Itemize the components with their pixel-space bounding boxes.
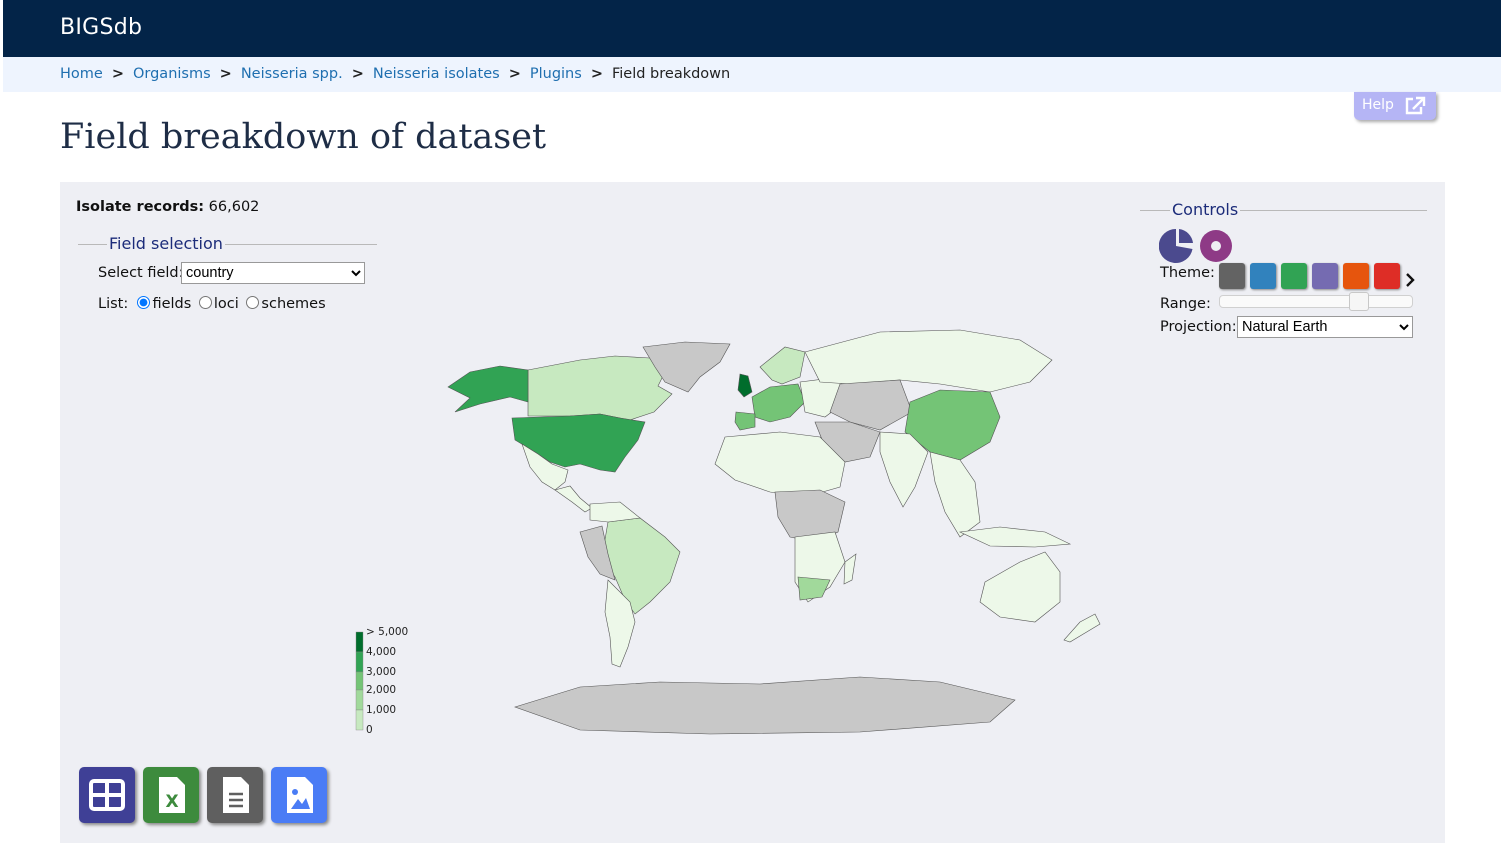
- isolate-records: Isolate records: 66,602: [76, 199, 259, 215]
- breadcrumb-neisseria-isolates[interactable]: Neisseria isolates: [373, 66, 500, 82]
- records-value: 66,602: [208, 199, 260, 215]
- map-legend: > 5,000 4,000 3,000 2,000 1,000 0: [355, 626, 408, 736]
- help-label: Help: [1362, 97, 1394, 113]
- theme-swatch-orange[interactable]: [1343, 263, 1369, 289]
- map-region-southeast-asia[interactable]: [929, 451, 981, 538]
- map-country-south-africa[interactable]: [797, 576, 831, 601]
- range-label: Range:: [1160, 296, 1211, 312]
- schemes-radio[interactable]: [246, 296, 260, 309]
- legend-label: 2,000: [366, 684, 396, 696]
- text-file-icon: [223, 777, 249, 813]
- image-file-icon: [287, 777, 313, 813]
- text-export-button[interactable]: [207, 767, 263, 823]
- fields-radio[interactable]: [137, 296, 151, 309]
- loci-radio-label[interactable]: loci: [214, 296, 239, 312]
- page-title: Field breakdown of dataset: [60, 117, 547, 157]
- map-region-scandinavia[interactable]: [759, 346, 806, 385]
- world-map: [447, 329, 1101, 735]
- legend-label: > 5,000: [366, 626, 408, 638]
- map-country-uk[interactable]: [737, 373, 753, 398]
- site-title[interactable]: BIGSdb: [60, 15, 142, 40]
- help-button[interactable]: Help: [1354, 92, 1436, 120]
- map-country-russia[interactable]: [804, 329, 1053, 393]
- field-select[interactable]: country: [181, 262, 365, 284]
- range-slider[interactable]: [1219, 292, 1413, 311]
- external-link-icon: [1405, 96, 1426, 115]
- list-label: List:: [98, 296, 129, 312]
- chevron-right-icon[interactable]: [1405, 273, 1415, 287]
- map-region-indonesia[interactable]: [958, 526, 1072, 548]
- loci-radio[interactable]: [198, 296, 212, 309]
- fields-radio-label[interactable]: fields: [152, 296, 191, 312]
- breadcrumb-separator: >: [351, 66, 364, 82]
- legend-label: 0: [366, 724, 373, 736]
- breadcrumb-organisms[interactable]: Organisms: [133, 66, 211, 82]
- range-slider-handle[interactable]: [1349, 292, 1369, 311]
- theme-swatch-green[interactable]: [1281, 263, 1307, 289]
- legend-color-bin: [355, 689, 364, 711]
- table-icon: [89, 779, 125, 811]
- map-country-canada[interactable]: [527, 355, 673, 421]
- breadcrumb-separator: >: [590, 66, 603, 82]
- map-country-madagascar[interactable]: [843, 553, 857, 585]
- map-country-spain[interactable]: [734, 411, 756, 431]
- excel-export-button[interactable]: X: [143, 767, 199, 823]
- map-region-central-america[interactable]: [554, 485, 593, 513]
- excel-icon: X: [159, 777, 185, 813]
- breakdown-panel: Isolate records: 66,602 Field selection …: [60, 182, 1445, 843]
- legend-label: 1,000: [366, 704, 396, 716]
- legend-label: 4,000: [366, 646, 396, 658]
- controls-legend: Controls: [1170, 200, 1241, 219]
- theme-swatch-red[interactable]: [1374, 263, 1400, 289]
- theme-swatch-grey[interactable]: [1219, 263, 1245, 289]
- legend-color-bin: [355, 709, 364, 731]
- schemes-radio-label[interactable]: schemes: [261, 296, 325, 312]
- breadcrumb: Home > Organisms > Neisseria spp. > Neisseria …: [3, 57, 1501, 92]
- breadcrumb-plugins[interactable]: Plugins: [530, 66, 582, 82]
- breadcrumb-neisseria-spp[interactable]: Neisseria spp.: [241, 66, 343, 82]
- svg-text:X: X: [165, 792, 178, 812]
- breadcrumb-separator: >: [111, 66, 124, 82]
- records-label: Isolate records:: [76, 199, 205, 215]
- breadcrumb-current: Field breakdown: [611, 66, 731, 82]
- table-export-button[interactable]: [79, 767, 135, 823]
- field-selection-legend: Field selection: [107, 234, 225, 253]
- breadcrumb-separator: >: [508, 66, 521, 82]
- map-country-alaska[interactable]: [447, 365, 529, 413]
- legend-color-bin: [355, 631, 364, 653]
- legend-color-bin: [355, 651, 364, 673]
- legend-color-bin: [355, 671, 364, 691]
- theme-swatch-purple[interactable]: [1312, 263, 1338, 289]
- map-region-western-europe[interactable]: [751, 383, 806, 423]
- top-header: BIGSdb: [3, 0, 1501, 57]
- image-export-button[interactable]: [271, 767, 327, 823]
- select-field-label: Select field:: [98, 265, 184, 281]
- map-country-new-zealand[interactable]: [1063, 613, 1101, 643]
- field-selection: Field selection Select field: country Li…: [78, 234, 377, 324]
- map-country-australia[interactable]: [979, 551, 1061, 623]
- donut-chart-icon[interactable]: [1200, 230, 1232, 262]
- theme-swatch-blue[interactable]: [1250, 263, 1276, 289]
- pie-chart-icon[interactable]: [1158, 228, 1193, 263]
- legend-label: 3,000: [366, 666, 396, 678]
- map-region-north-south-america[interactable]: [589, 501, 641, 523]
- map-country-antarctica[interactable]: [514, 676, 1016, 735]
- breadcrumb-home[interactable]: Home: [60, 66, 103, 82]
- breadcrumb-separator: >: [219, 66, 232, 82]
- theme-label: Theme:: [1160, 265, 1215, 281]
